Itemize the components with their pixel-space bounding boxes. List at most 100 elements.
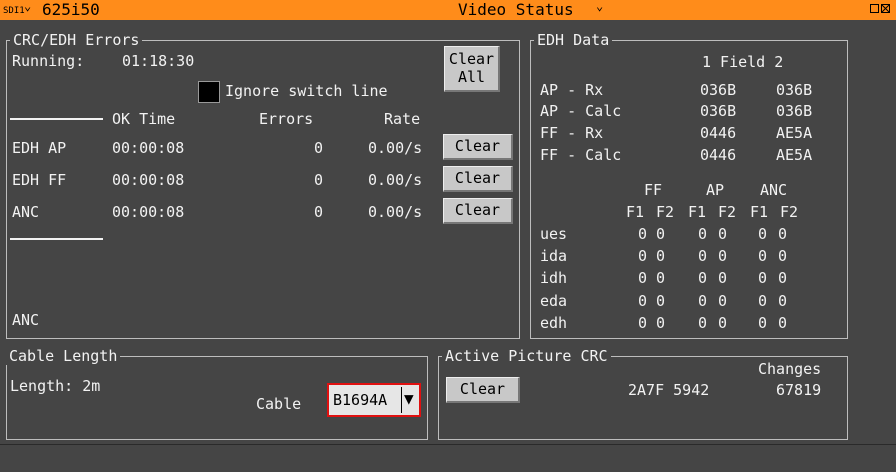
edh-row-f2: AE5A [776, 146, 813, 164]
row-ok-time: 00:00:08 [112, 203, 185, 221]
input-label: SDI1 [3, 6, 25, 16]
flag-value: 0 [638, 247, 648, 265]
edh-row-label: AP - Rx [540, 81, 604, 99]
edh-row-f1: 036B [700, 81, 737, 99]
flag-value: 0 [718, 247, 728, 265]
flag-value: 0 [778, 314, 788, 332]
cable-type-select[interactable]: B1694A ▼ [327, 383, 421, 417]
divider [10, 238, 103, 240]
flag-value: 0 [698, 292, 708, 310]
flag-value: 0 [778, 269, 788, 287]
flag-value: 0 [638, 314, 648, 332]
clear-edh-ff-button[interactable]: Clear [443, 166, 513, 192]
length-text: Length: 2m [10, 377, 101, 395]
group-header-ff: FF [644, 181, 663, 199]
flag-value: 0 [778, 247, 788, 265]
row-name: EDH FF [12, 171, 67, 189]
cable-length-title: Cable Length [6, 347, 121, 365]
clear-all-label-1: Clear [448, 50, 495, 68]
errors-header: Errors [259, 110, 314, 128]
flag-value: 0 [718, 292, 728, 310]
row-rate: 0.00/s [368, 139, 423, 157]
edh-row-label: FF - Rx [540, 124, 604, 142]
flag-value: 0 [638, 269, 648, 287]
cable-type-value: B1694A [333, 391, 388, 409]
group-header-ap: AP [706, 181, 725, 199]
row-ok-time: 00:00:08 [112, 139, 185, 157]
flag-value: 0 [698, 269, 708, 287]
flag-value: 0 [656, 225, 666, 243]
flag-label: ida [540, 247, 568, 265]
flag-value: 0 [656, 314, 666, 332]
flag-label: edh [540, 314, 568, 332]
edh-row-f2: 036B [776, 102, 813, 120]
ignore-switch-checkbox[interactable] [198, 81, 220, 103]
flag-value: 0 [698, 247, 708, 265]
flag-value: 0 [656, 269, 666, 287]
field-col-header: F2 [656, 203, 675, 221]
ignore-switch-label: Ignore switch line [225, 82, 388, 100]
flag-value: 0 [758, 269, 768, 287]
flag-value: 0 [758, 292, 768, 310]
edh-row-f2: AE5A [776, 124, 813, 142]
edh-row-f2: 036B [776, 81, 813, 99]
window-title[interactable]: Video Status [458, 0, 574, 20]
title-dropdown-arrow-icon[interactable]: ⌄ [596, 0, 603, 16]
row-name: ANC [12, 203, 40, 221]
flag-value: 0 [656, 292, 666, 310]
running-value: 01:18:30 [122, 52, 195, 70]
flag-value: 0 [698, 225, 708, 243]
clear-all-button[interactable]: Clear All [444, 46, 500, 92]
field-col-header: F1 [626, 203, 645, 221]
flag-value: 0 [758, 247, 768, 265]
close-icon[interactable] [881, 4, 890, 13]
flag-label: eda [540, 292, 568, 310]
edh-row-f1: 0446 [700, 124, 737, 142]
flag-value: 0 [698, 314, 708, 332]
video-format: 625i50 [42, 0, 100, 19]
title-bar: SDI1 ⌄ 625i50 Video Status ⌄ [0, 0, 896, 20]
flag-label: idh [540, 269, 568, 287]
rate-header: Rate [384, 110, 421, 128]
flag-value: 0 [656, 247, 666, 265]
row-errors: 0 [314, 171, 324, 189]
edh-data-title: EDH Data [534, 31, 613, 49]
edh-row-label: FF - Calc [540, 146, 622, 164]
flag-value: 0 [638, 225, 648, 243]
flag-value: 0 [718, 269, 728, 287]
cable-label: Cable [256, 395, 302, 413]
flag-label: ues [540, 225, 568, 243]
row-ok-time: 00:00:08 [112, 171, 185, 189]
clear-anc-button[interactable]: Clear [443, 198, 513, 224]
changes-value: 67819 [776, 381, 822, 399]
active-picture-crc-title: Active Picture CRC [442, 347, 611, 365]
clear-crc-button[interactable]: Clear [446, 377, 520, 403]
flag-value: 0 [758, 314, 768, 332]
flag-value: 0 [718, 225, 728, 243]
field-col-header: F1 [688, 203, 707, 221]
select-divider [401, 387, 402, 413]
flag-value: 0 [638, 292, 648, 310]
divider [10, 118, 103, 120]
row-errors: 0 [314, 139, 324, 157]
group-header-anc: ANC [760, 181, 788, 199]
anc-footer-label: ANC [12, 311, 40, 329]
changes-label: Changes [758, 360, 822, 378]
crc-edh-errors-title: CRC/EDH Errors [10, 31, 143, 49]
field-col-header: F2 [780, 203, 799, 221]
flag-value: 0 [758, 225, 768, 243]
bottom-separator [0, 444, 896, 445]
clear-edh-ap-button[interactable]: Clear [443, 134, 513, 160]
ok-time-header: OK Time [112, 110, 176, 128]
flag-value: 0 [718, 314, 728, 332]
restore-icon[interactable] [870, 4, 879, 13]
field-col-header: F1 [750, 203, 769, 221]
row-rate: 0.00/s [368, 171, 423, 189]
input-dropdown-arrow-icon[interactable]: ⌄ [24, 0, 31, 16]
select-arrow-icon[interactable]: ▼ [404, 389, 414, 408]
flag-value: 0 [778, 292, 788, 310]
crc-value: 2A7F 5942 [628, 381, 710, 399]
field-col-header: F2 [718, 203, 737, 221]
row-rate: 0.00/s [368, 203, 423, 221]
flag-value: 0 [778, 225, 788, 243]
